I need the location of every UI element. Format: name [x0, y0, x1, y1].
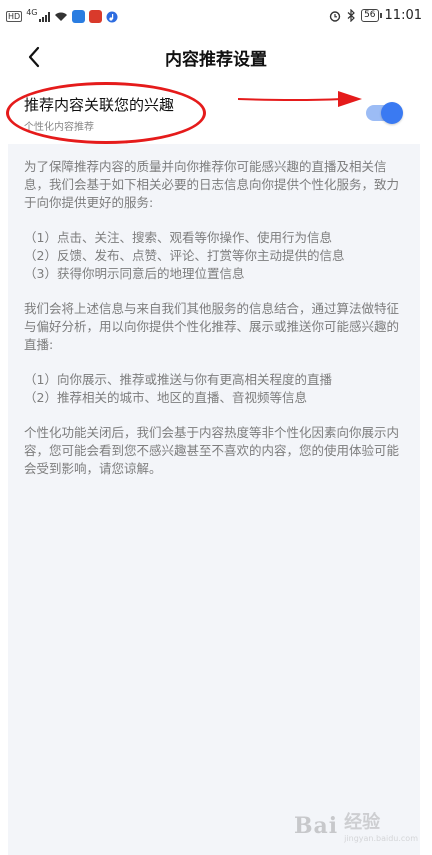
status-left: HD 4G [6, 8, 118, 23]
nav-header: 内容推荐设置 [0, 34, 432, 82]
info-list-item: （1）向你展示、推荐或推送与你有更高相关程度的直播 [24, 372, 332, 387]
hd-badge: HD [6, 11, 23, 22]
app-icon [89, 10, 103, 23]
info-list-item: （2）反馈、发布、点赞、评论、打赏等你主动提供的信息 [24, 248, 345, 263]
info-paragraph: 为了保障推荐内容的质量并向你推荐你可能感兴趣的直播及相关信息，我们会基于如下相关… [24, 159, 400, 210]
info-list-item: （1）点击、关注、搜索、观看等你操作、使用行为信息 [24, 230, 332, 245]
status-bar: HD 4G 56 11:01 [0, 0, 432, 34]
network-type: 4G [26, 8, 38, 17]
watermark-title: 经验 [344, 812, 381, 833]
info-paragraph: 我们会将上述信息与来自我们其他服务的信息结合，通过算法做特征与偏好分析，用以向你… [24, 301, 400, 352]
annotation-arrow [238, 91, 362, 107]
battery-level: 56 [364, 10, 376, 20]
app-icon [72, 10, 86, 23]
baidu-watermark: Bai 经验 jingyan.baidu.com [294, 808, 418, 843]
bluetooth-icon [347, 9, 355, 22]
setting-label: 推荐内容关联您的兴趣 [24, 96, 175, 114]
alarm-icon [329, 10, 341, 22]
info-list-item: （2）推荐相关的城市、地区的直播、音视频等信息 [24, 390, 307, 405]
page-title: 内容推荐设置 [165, 50, 267, 70]
watermark-url: jingyan.baidu.com [344, 834, 418, 843]
setting-row-interest: 推荐内容关联您的兴趣 个性化内容推荐 [0, 82, 432, 138]
info-list-item: （3）获得你明示同意后的地理位置信息 [24, 266, 245, 281]
info-paragraph: 个性化功能关闭后，我们会基于内容热度等非个性化因素向你展示内容，您可能会看到您不… [24, 425, 400, 476]
interest-toggle[interactable] [366, 102, 403, 124]
signal-icon [39, 11, 51, 22]
clock: 11:01 [384, 8, 422, 23]
watermark-brand: Bai [293, 812, 339, 839]
wifi-icon [55, 12, 68, 21]
setting-sublabel: 个性化内容推荐 [24, 122, 94, 133]
status-right: 56 11:01 [329, 8, 422, 23]
info-panel: 为了保障推荐内容的质量并向你推荐你可能感兴趣的直播及相关信息，我们会基于如下相关… [8, 144, 420, 855]
music-icon [106, 11, 118, 22]
toggle-knob [381, 102, 403, 124]
battery-icon: 56 [361, 9, 383, 22]
